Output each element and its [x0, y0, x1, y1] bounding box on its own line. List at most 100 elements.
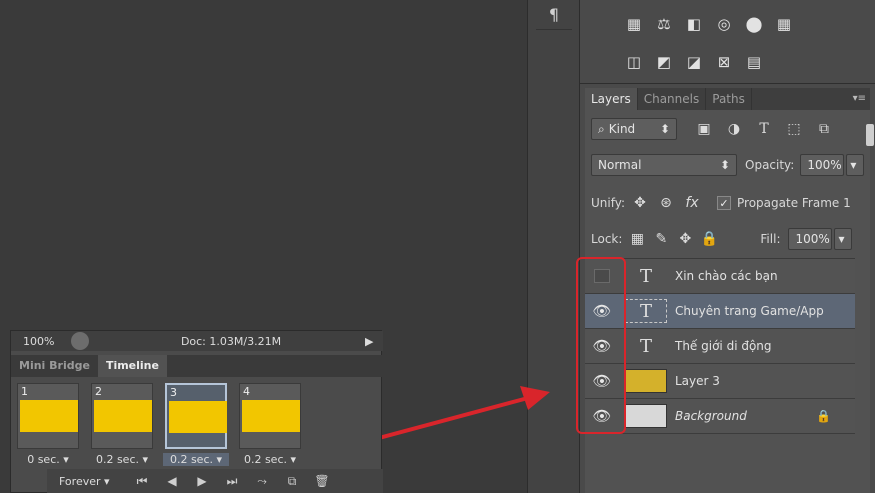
annotation-arrow: [362, 386, 550, 444]
lock-all-icon[interactable]: 🔒: [698, 228, 720, 250]
fill-dropdown[interactable]: ▾: [834, 228, 853, 250]
timeline-panel: 100% Doc: 1.03M/3.21M ▶ Mini Bridge Time…: [10, 330, 383, 493]
layers-panel: ⌕ Kind ⬍ ▣ ◑ T ⬚ ⧉ Normal ⬍ Opacity: 100…: [585, 110, 874, 493]
gradient-map-icon[interactable]: ▤: [742, 52, 766, 72]
opacity-dropdown[interactable]: ▾: [846, 154, 865, 176]
layer-name: Layer 3: [675, 374, 720, 388]
selective-color-icon[interactable]: ⊠: [712, 52, 736, 72]
tab-channels[interactable]: Channels: [638, 88, 707, 110]
unify-style-icon[interactable]: fx: [681, 192, 703, 214]
type-filter-icon[interactable]: T: [753, 118, 775, 140]
frame-number: 2: [95, 385, 102, 398]
status-icon[interactable]: [71, 332, 89, 350]
lock-pixels-icon[interactable]: ✎: [650, 228, 672, 250]
lock-icon: 🔒: [816, 409, 831, 423]
fill-input[interactable]: 100%: [788, 228, 833, 250]
delay-value: 0.2 sec.: [95, 453, 139, 466]
text-layer-icon: T: [625, 299, 667, 323]
frame-delay[interactable]: 0.2 sec. ▾: [89, 453, 155, 466]
chevron-down-icon: ▾: [850, 158, 857, 172]
frame-thumbnail: [169, 401, 227, 433]
lock-transparency-icon[interactable]: ▦: [626, 228, 648, 250]
frame-delay[interactable]: 0.2 sec. ▾: [163, 453, 229, 466]
blend-mode-select[interactable]: Normal ⬍: [591, 154, 737, 176]
layer-thumbnail: [625, 369, 667, 393]
timeline-frame[interactable]: 3 0.2 sec. ▾: [163, 383, 229, 473]
frame-box: 3: [165, 383, 227, 449]
frame-number: 4: [243, 385, 250, 398]
delay-value: 0 sec.: [27, 453, 60, 466]
frame-number: 3: [170, 386, 177, 399]
layer-name: Background: [675, 409, 747, 423]
layer-thumbnail: [625, 404, 667, 428]
balance-icon[interactable]: ⚖: [652, 14, 676, 34]
filter-kind-select[interactable]: ⌕ Kind ⬍: [591, 118, 677, 140]
chevron-updown-icon: ⬍: [719, 158, 730, 172]
smart-object-filter-icon[interactable]: ⧉: [813, 118, 835, 140]
fill-label: Fill:: [760, 232, 781, 246]
highlight-box: [576, 257, 626, 434]
duplicate-frame-icon[interactable]: ⧉: [277, 474, 307, 489]
previous-frame-icon[interactable]: ◀: [157, 474, 187, 488]
frame-thumbnail: [20, 400, 78, 432]
tab-layers[interactable]: Layers: [585, 88, 638, 110]
panel-tabs: Layers Channels Paths ▾≡: [585, 88, 870, 110]
play-arrow-icon[interactable]: ▶: [365, 335, 383, 348]
doc-size: Doc: 1.03M/3.21M: [180, 334, 282, 348]
loop-value: Forever: [59, 474, 101, 488]
timeline-frame[interactable]: 2 0.2 sec. ▾: [89, 383, 155, 473]
zoom-level[interactable]: 100%: [11, 335, 71, 348]
loop-select[interactable]: Forever ▾: [47, 475, 127, 488]
opacity-label: Opacity:: [745, 158, 795, 172]
first-frame-icon[interactable]: ⏮: [127, 474, 157, 489]
frame-delay[interactable]: 0 sec. ▾: [15, 453, 81, 466]
photo-filter-icon[interactable]: ◎: [712, 14, 736, 34]
adjustments-panel: ▦ ⚖ ◧ ◎ ⬤ ▦ ◫ ◩ ◪ ⊠ ▤: [580, 0, 875, 84]
paragraph-icon: ¶: [548, 5, 560, 24]
opacity-value: 100%: [807, 158, 842, 172]
lock-label: Lock:: [591, 232, 623, 246]
invert-icon[interactable]: ◫: [622, 52, 646, 72]
black-white-icon[interactable]: ◧: [682, 14, 706, 34]
play-icon[interactable]: ▶: [187, 474, 217, 488]
threshold-icon[interactable]: ◪: [682, 52, 706, 72]
levels-icon[interactable]: ▦: [622, 14, 646, 34]
frame-box: 2: [91, 383, 153, 449]
layer-name: Thế giới di động: [675, 339, 772, 353]
tween-icon[interactable]: ⤳: [247, 474, 277, 489]
paragraph-panel-button[interactable]: ¶: [536, 0, 572, 30]
posterize-icon[interactable]: ◩: [652, 52, 676, 72]
filter-toggle[interactable]: [866, 124, 874, 146]
frame-delay[interactable]: 0.2 sec. ▾: [237, 453, 303, 466]
timeline-tabs: Mini Bridge Timeline: [11, 355, 383, 377]
delete-frame-icon[interactable]: 🗑: [307, 474, 337, 488]
chevron-updown-icon: ⬍: [659, 122, 670, 136]
tab-mini-bridge[interactable]: Mini Bridge: [11, 355, 98, 377]
unify-position-icon[interactable]: ✥: [629, 192, 651, 214]
timeline-controls: Forever ▾ ⏮ ◀ ▶ ⏭ ⤳ ⧉ 🗑: [47, 469, 383, 493]
tab-paths[interactable]: Paths: [706, 88, 752, 110]
channel-mixer-icon[interactable]: ⬤: [742, 14, 766, 34]
lock-position-icon[interactable]: ✥: [674, 228, 696, 250]
timeline-frame[interactable]: 4 0.2 sec. ▾: [237, 383, 303, 473]
layer-name: Xin chào các bạn: [675, 269, 778, 283]
filter-kind-label: Kind: [608, 122, 636, 136]
delay-value: 0.2 sec.: [169, 453, 213, 466]
frame-box: 1: [17, 383, 79, 449]
color-lookup-icon[interactable]: ▦: [772, 14, 796, 34]
tab-timeline[interactable]: Timeline: [97, 355, 167, 377]
layer-name: Chuyên trang Game/App: [675, 304, 824, 318]
opacity-input[interactable]: 100%: [800, 154, 845, 176]
propagate-label: Propagate Frame 1: [737, 196, 851, 210]
timeline-frame[interactable]: 1 0 sec. ▾: [15, 383, 81, 473]
propagate-checkbox[interactable]: ✓: [717, 196, 732, 210]
shape-filter-icon[interactable]: ⬚: [783, 118, 805, 140]
adjustment-filter-icon[interactable]: ◑: [723, 118, 745, 140]
pixel-filter-icon[interactable]: ▣: [693, 118, 715, 140]
frame-number: 1: [21, 385, 28, 398]
next-frame-icon[interactable]: ⏭: [217, 474, 247, 489]
text-layer-icon: T: [639, 265, 652, 287]
panel-menu-icon[interactable]: ▾≡: [853, 88, 866, 110]
chevron-down-icon: ▾: [838, 232, 845, 246]
unify-visibility-icon[interactable]: ⊛: [655, 192, 677, 214]
